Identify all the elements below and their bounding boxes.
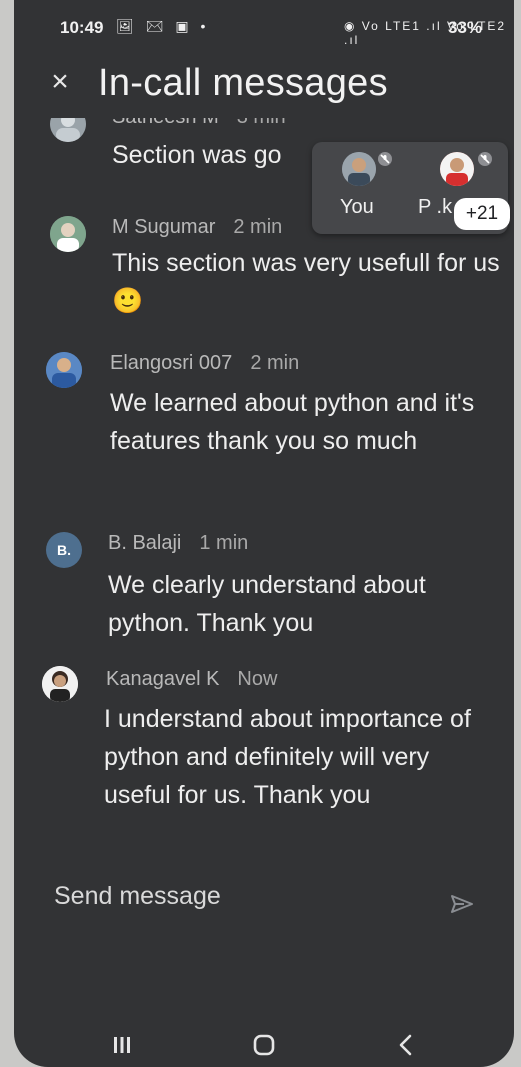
message-text: This section was very usefull for us🙂 <box>112 249 500 315</box>
message-item: B. B. Balaji 1 min We clearly understand … <box>14 526 514 646</box>
home-icon[interactable] <box>244 1025 284 1065</box>
message-meta: B. Balaji 1 min <box>108 532 248 555</box>
battery-level: 33% <box>448 18 483 37</box>
participants-panel[interactable]: You P .k +21 <box>312 142 510 234</box>
participant-label: P .k <box>418 196 453 218</box>
message-time: 3 min <box>237 118 286 128</box>
sender-name: Satheesh M <box>112 118 219 128</box>
send-icon[interactable] <box>448 890 476 918</box>
participant-avatar <box>440 152 474 186</box>
muted-mic-icon <box>378 152 392 166</box>
sender-name: Elangosri 007 <box>110 352 233 374</box>
sender-name: Kanagavel K <box>106 668 220 690</box>
recents-icon[interactable] <box>102 1025 142 1065</box>
navigation-bar <box>14 1025 514 1065</box>
sender-name: B. Balaji <box>108 532 182 554</box>
message-meta: Satheesh M 3 min <box>112 118 286 129</box>
page-title: In-call messages <box>98 62 388 104</box>
send-message-input[interactable]: Send message <box>54 882 221 911</box>
signal-icons: ◉ Vo LTE1 .ıl Vo LTE2 .ıl <box>344 19 507 47</box>
message-time: 2 min <box>233 216 283 238</box>
avatar <box>50 118 86 142</box>
back-icon[interactable] <box>386 1025 426 1065</box>
message-text: I understand about importance of python … <box>104 705 471 809</box>
message-text: We learned about python and it's feature… <box>110 389 475 455</box>
participant-label: You <box>340 196 374 218</box>
message-time: 2 min <box>250 352 300 374</box>
message-time: 1 min <box>199 532 249 554</box>
muted-mic-icon <box>478 152 492 166</box>
message-meta: Kanagavel K Now <box>106 668 277 691</box>
avatar <box>42 666 78 702</box>
avatar: B. <box>46 532 82 568</box>
status-time: 10:49 <box>60 18 104 37</box>
avatar <box>46 352 82 388</box>
sender-name: M Sugumar <box>112 216 216 238</box>
phone-screen: 10:49 🖼 ✉ ▣ • ◉ Vo LTE1 .ıl Vo LTE2 .ıl … <box>14 0 514 1067</box>
notification-icons: 🖼 ✉ ▣ • <box>116 18 210 34</box>
participant-avatar <box>342 152 376 186</box>
message-meta: Elangosri 007 2 min <box>110 352 299 375</box>
more-participants-badge[interactable]: +21 <box>454 198 510 230</box>
app-bar: × In-call messages <box>14 58 514 118</box>
message-text: We clearly understand about python. Than… <box>108 571 426 637</box>
close-icon[interactable]: × <box>42 64 78 100</box>
message-item: Kanagavel K Now I understand about import… <box>14 662 514 862</box>
message-item: Elangosri 007 2 min We learned about pyth… <box>14 348 514 508</box>
message-composer: Send message <box>14 872 514 932</box>
status-bar: 10:49 🖼 ✉ ▣ • ◉ Vo LTE1 .ıl Vo LTE2 .ıl … <box>14 14 514 47</box>
message-time: Now <box>237 668 278 690</box>
message-meta: M Sugumar 2 min <box>112 216 282 239</box>
avatar <box>50 216 86 252</box>
